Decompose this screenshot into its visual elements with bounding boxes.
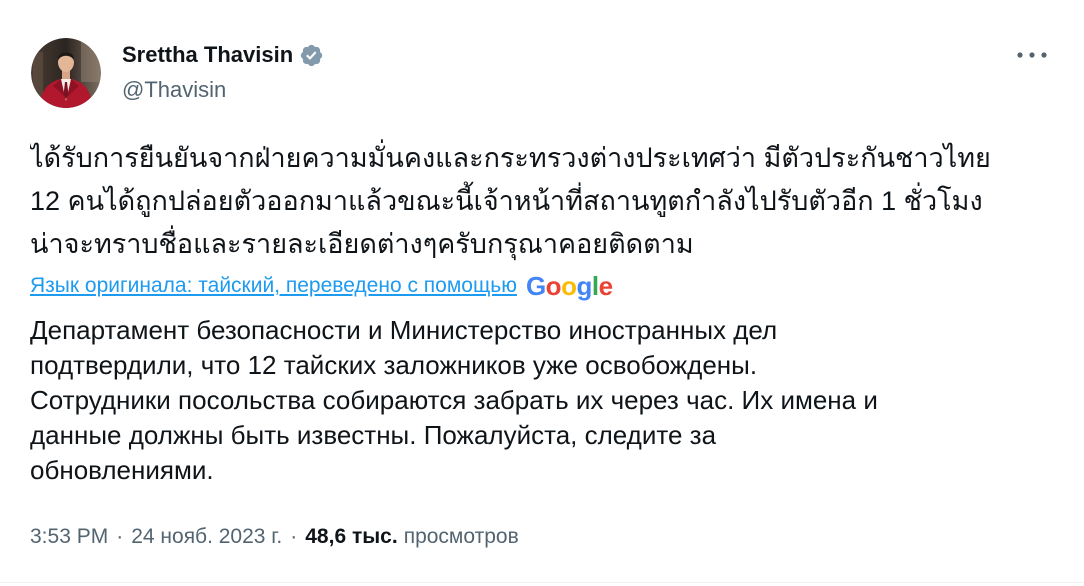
translated-text-line: обновлениями.	[30, 455, 214, 485]
author-name[interactable]: Srettha Thavisin	[122, 40, 293, 70]
translation-info-row: Язык оригинала: тайский, переведено с по…	[30, 271, 1070, 301]
author-handle[interactable]: @Thavisin	[122, 76, 226, 104]
divider	[0, 582, 1084, 583]
google-logo-letter: o	[545, 271, 562, 301]
author-name-row: Srettha Thavisin	[122, 40, 324, 70]
original-text-line: ได้รับการยืนยันจากฝ่ายความมั่นคงและกระทร…	[30, 143, 991, 173]
translated-text-line: Департамент безопасности и Министерство …	[30, 315, 778, 345]
tweet-card: Srettha Thavisin @Thavisin ได้รับการยืนย…	[0, 0, 1084, 586]
more-horizontal-icon	[1015, 50, 1049, 60]
views-count: 48,6 тыс.	[305, 525, 398, 548]
separator-dot: ·	[290, 525, 298, 548]
google-logo-letter: o	[561, 271, 577, 301]
translated-text-line: подтвердили, что 12 тайских заложников у…	[30, 350, 758, 380]
views-label: просмотров	[403, 525, 519, 548]
tweet-metadata: 3:53 PM · 24 нояб. 2023 г. · 48,6 тыс. п…	[30, 523, 519, 551]
tweet-translated-text: Департамент безопасности и Министерство …	[30, 313, 1070, 488]
google-logo: Google	[526, 271, 613, 301]
more-options-button[interactable]	[1012, 40, 1052, 70]
translation-info-link[interactable]: Язык оригинала: тайский, переведено с по…	[30, 271, 517, 301]
original-text-line: น่าจะทราบชื่อและรายละเอียดต่างๆครับกรุณา…	[30, 229, 694, 259]
translated-text-line: данные должны быть известны. Пожалуйста,…	[30, 420, 717, 450]
translated-text-line: Сотрудники посольства собираются забрать…	[30, 385, 878, 415]
tweet-date-link[interactable]: 24 нояб. 2023 г.	[131, 523, 282, 551]
google-logo-letter: e	[598, 271, 613, 301]
google-logo-letter: G	[525, 271, 546, 301]
original-text-line: 12 คนได้ถูกปล่อยตัวออกมาแล้วขณะนี้เจ้าหน…	[30, 186, 983, 216]
avatar-image	[31, 38, 101, 108]
tweet-time-link[interactable]: 3:53 PM	[30, 523, 108, 551]
separator-dot: ·	[116, 525, 124, 548]
tweet-original-text: ได้รับการยืนยันจากฝ่ายความมั่นคงและกระทร…	[30, 137, 1070, 266]
google-logo-letter: l	[591, 271, 599, 301]
verified-badge-icon	[299, 43, 324, 68]
avatar[interactable]	[31, 38, 101, 108]
google-logo-letter: g	[576, 271, 592, 301]
